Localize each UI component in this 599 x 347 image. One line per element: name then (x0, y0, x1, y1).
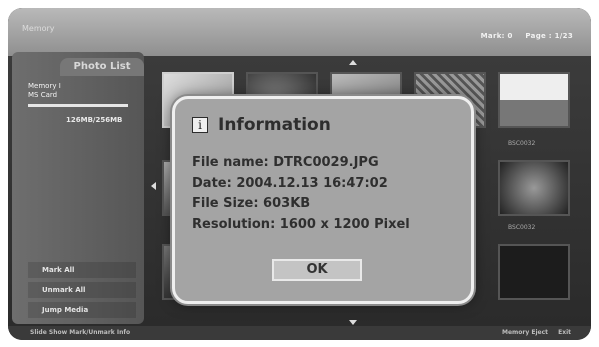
thumbnail-label: BSC0032 (508, 224, 536, 231)
help-shortcuts: Slide Show Mark/Unmark Info (30, 329, 131, 336)
scroll-left-icon[interactable] (151, 182, 156, 190)
thumbnail[interactable] (498, 72, 570, 128)
status-bar: Mark: 0 Page : 1/23 (471, 32, 573, 40)
unmark-all-button[interactable]: Unmark All (28, 282, 136, 298)
mark-count: Mark: 0 (480, 32, 513, 40)
capacity-bar (28, 104, 128, 107)
file-name-text: File name: DTRC0029.JPG (192, 155, 379, 170)
dialog-title: Information (218, 115, 331, 135)
mark-all-button[interactable]: Mark All (28, 262, 136, 278)
sidebar: Photo List Memory I MS Card 126MB/256MB … (12, 52, 144, 324)
memory-eject-hint: Memory Eject (501, 329, 548, 336)
exit-hint: Exit (558, 329, 571, 336)
thumbnail[interactable] (498, 160, 570, 216)
device-info: Memory I MS Card (28, 82, 61, 100)
resolution-text: Resolution: 1600 x 1200 Pixel (192, 216, 410, 232)
device-type: MS Card (28, 91, 58, 99)
app-title: Memory (22, 24, 55, 33)
scroll-up-icon[interactable] (349, 60, 357, 65)
top-bar: Memory Mark: 0 Page : 1/23 (8, 8, 591, 56)
info-icon: i (192, 117, 208, 133)
jump-media-button[interactable]: Jump Media (28, 302, 136, 318)
device-name: Memory I (28, 82, 61, 90)
thumbnail-label: BSC0032 (508, 140, 536, 147)
scroll-down-icon[interactable] (349, 320, 357, 325)
capacity-text: 126MB/256MB (66, 116, 123, 124)
ok-button[interactable]: OK (272, 259, 362, 281)
file-size-text: File Size: 603KB (192, 196, 311, 211)
page-indicator: Page : 1/23 (525, 32, 573, 40)
help-right: Memory Eject Exit (494, 329, 571, 336)
date-text: Date: 2004.12.13 16:47:02 (192, 175, 388, 191)
dialog-body: File name: DTRC0029.JPG Date: 2004.12.13… (192, 153, 410, 235)
information-dialog: i Information File name: DTRC0029.JPG Da… (172, 96, 474, 304)
sidebar-buttons: Mark All Unmark All Jump Media (28, 262, 136, 322)
tab-photo-list[interactable]: Photo List (60, 58, 144, 76)
thumbnail[interactable] (498, 244, 570, 300)
help-bar: Slide Show Mark/Unmark Info Memory Eject… (8, 326, 591, 340)
